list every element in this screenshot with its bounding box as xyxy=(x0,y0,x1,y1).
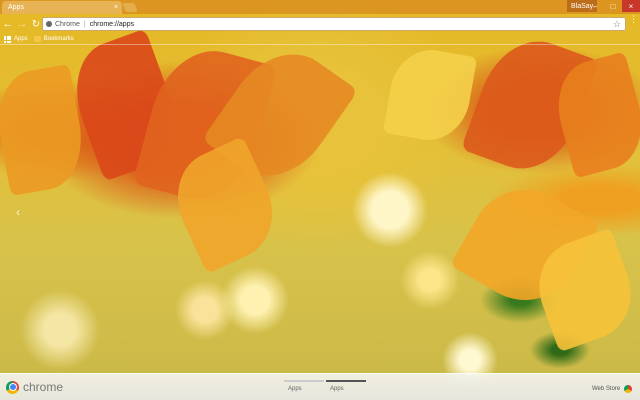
apps-launcher-bar: chrome Apps Apps Web Store xyxy=(0,373,640,400)
chrome-brand-text: chrome xyxy=(23,380,64,394)
apps-page-tab-active[interactable]: Apps xyxy=(326,380,366,392)
chrome-page-icon xyxy=(46,21,52,27)
divider xyxy=(0,44,640,45)
bookmark-folder-label: Bookmarks xyxy=(43,36,74,42)
omnibox[interactable]: Chrome | chrome://apps ☆ xyxy=(42,17,626,31)
apps-grid-icon xyxy=(4,35,11,43)
bookmark-star-icon[interactable]: ☆ xyxy=(613,19,621,30)
bookmark-apps-label: Apps xyxy=(14,36,28,42)
minimize-button[interactable]: – xyxy=(586,0,604,12)
page-indicator-active xyxy=(326,380,366,382)
tab-apps[interactable]: Apps × xyxy=(2,1,122,14)
web-store-link[interactable]: Web Store xyxy=(592,385,633,393)
omnibox-separator: | xyxy=(83,20,86,28)
previous-page-chevron-icon[interactable]: ‹ xyxy=(16,205,20,219)
reload-icon[interactable]: ↻ xyxy=(30,17,42,31)
bookmarks-bar: Apps Bookmarks xyxy=(0,34,640,44)
page-indicator xyxy=(284,380,324,382)
web-store-label: Web Store xyxy=(592,386,621,392)
folder-icon xyxy=(33,36,41,42)
tab-close-icon[interactable]: × xyxy=(114,4,118,11)
back-arrow-icon[interactable]: ← xyxy=(2,17,14,31)
chrome-brand: chrome xyxy=(6,380,63,394)
autumn-leaves-background xyxy=(0,0,640,400)
omnibox-chip: Chrome xyxy=(55,20,80,28)
bookmark-folder[interactable]: Bookmarks xyxy=(33,36,74,42)
forward-arrow-icon[interactable]: → xyxy=(16,17,28,31)
close-window-button[interactable]: × xyxy=(622,0,640,12)
bookmark-apps[interactable]: Apps xyxy=(4,35,28,43)
apps-page-tab[interactable]: Apps xyxy=(284,380,324,392)
apps-page-label: Apps xyxy=(330,386,344,392)
leaf-decoration xyxy=(382,43,478,147)
chrome-logo-icon xyxy=(6,380,19,394)
toolbar: ← → ↻ Chrome | chrome://apps ☆ xyxy=(0,14,640,34)
chrome-menu-icon[interactable]: ⋮ xyxy=(629,15,638,24)
omnibox-url: chrome://apps xyxy=(89,20,135,28)
web-store-icon xyxy=(624,385,633,393)
apps-page-label: Apps xyxy=(288,386,302,392)
tab-title: Apps xyxy=(8,4,24,11)
new-tab-button[interactable] xyxy=(122,3,138,12)
tab-strip: Apps × BlaSay – □ × xyxy=(0,0,640,14)
maximize-button[interactable]: □ xyxy=(604,0,622,12)
